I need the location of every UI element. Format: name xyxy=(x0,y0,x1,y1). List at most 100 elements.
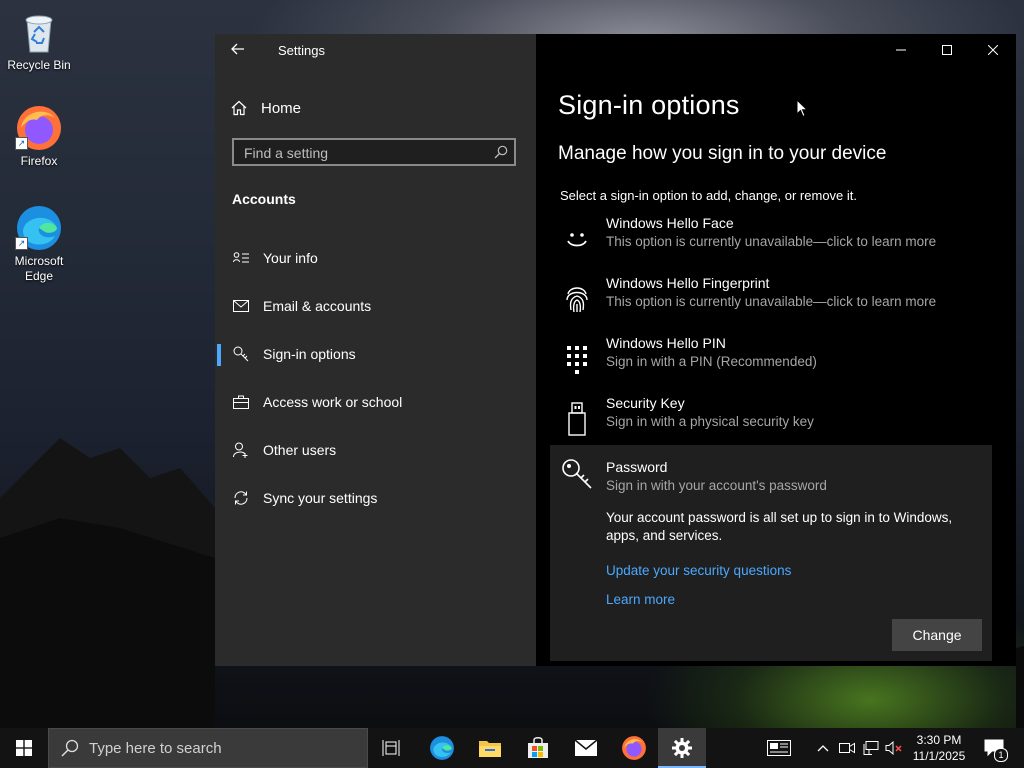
nav-section-heading: Accounts xyxy=(232,191,296,207)
option-description: Sign in with your account's password xyxy=(606,478,827,493)
nav-home[interactable]: Home xyxy=(231,96,521,120)
desktop-icon-firefox[interactable]: ↗ Firefox xyxy=(4,104,74,169)
nav-item-label: Sync your settings xyxy=(263,490,378,506)
nav-item-access-work-school[interactable]: Access work or school xyxy=(215,382,536,422)
taskbar-settings[interactable] xyxy=(658,728,706,768)
taskbar: Type here to search 3:30 PM 11/1/2025 1 xyxy=(0,728,1024,768)
nav-item-sign-in-options[interactable]: Sign-in options xyxy=(215,334,536,374)
find-setting-placeholder: Find a setting xyxy=(244,145,329,161)
option-name: Windows Hello Face xyxy=(606,215,734,231)
clock-time: 3:30 PM xyxy=(916,733,962,747)
clock-date: 11/1/2025 xyxy=(912,749,966,763)
option-name: Security Key xyxy=(606,395,685,411)
desktop-icon-label: Recycle Bin xyxy=(7,58,71,72)
notification-badge: 1 xyxy=(994,748,1008,762)
nav-item-sync-settings[interactable]: Sync your settings xyxy=(215,478,536,518)
search-icon xyxy=(61,739,79,757)
desktop-icon-recycle-bin[interactable]: Recycle Bin xyxy=(4,8,74,73)
edge-icon xyxy=(430,736,454,760)
firefox-icon xyxy=(622,736,646,760)
taskbar-mail[interactable] xyxy=(562,728,610,768)
option-hello-face[interactable]: Windows Hello Face This option is curren… xyxy=(550,212,992,270)
minimize-button[interactable] xyxy=(878,34,924,66)
key-icon xyxy=(231,344,251,364)
news-widget-button[interactable] xyxy=(762,728,796,768)
chevron-up-icon xyxy=(817,745,829,752)
face-icon xyxy=(560,222,594,256)
action-center-button[interactable]: 1 xyxy=(980,728,1008,768)
maximize-button[interactable] xyxy=(924,34,970,66)
volume-muted-icon xyxy=(885,741,902,755)
volume-button[interactable] xyxy=(883,728,905,768)
nav-item-label: Email & accounts xyxy=(263,298,372,314)
mail-icon xyxy=(231,296,251,316)
find-setting-input[interactable]: Find a setting xyxy=(232,138,516,166)
shortcut-arrow-icon: ↗ xyxy=(15,237,28,250)
store-icon xyxy=(528,737,548,758)
desktop-icon-label: Firefox xyxy=(20,154,58,168)
fingerprint-icon xyxy=(560,282,594,316)
nav-item-label: Other users xyxy=(263,442,337,458)
page-title: Sign-in options xyxy=(558,90,740,120)
taskbar-search-placeholder: Type here to search xyxy=(89,740,222,757)
home-icon xyxy=(231,100,247,116)
option-description: Sign in with a physical security key xyxy=(606,414,814,429)
sync-icon xyxy=(231,488,251,508)
minimize-icon xyxy=(896,49,906,51)
option-name: Password xyxy=(606,459,668,475)
nav-item-your-info[interactable]: Your info xyxy=(215,238,536,278)
option-security-key[interactable]: Security Key Sign in with a physical sec… xyxy=(550,392,992,450)
option-description: This option is currently unavailable—cli… xyxy=(606,234,937,249)
desktop-icon-edge[interactable]: ↗ Microsoft Edge xyxy=(4,204,74,284)
option-name: Windows Hello Fingerprint xyxy=(606,275,770,291)
network-icon xyxy=(863,741,879,755)
taskbar-firefox[interactable] xyxy=(610,728,658,768)
nav-home-label: Home xyxy=(261,99,302,117)
update-security-questions-link[interactable]: Update your security questions xyxy=(606,563,791,578)
option-description: Sign in with a PIN (Recommended) xyxy=(606,354,817,369)
instruction-text: Select a sign-in option to add, change, … xyxy=(560,188,858,203)
meet-now-button[interactable] xyxy=(836,728,858,768)
network-button[interactable] xyxy=(860,728,882,768)
file-explorer-icon xyxy=(479,741,501,757)
search-icon xyxy=(494,145,508,159)
taskbar-clock[interactable]: 3:30 PM 11/1/2025 xyxy=(904,732,974,764)
option-hello-fingerprint[interactable]: Windows Hello Fingerprint This option is… xyxy=(550,272,992,330)
recycle-bin-icon xyxy=(15,8,63,56)
task-view-button[interactable] xyxy=(368,728,416,768)
option-password[interactable]: Password Sign in with your account's pas… xyxy=(550,445,992,661)
shortcut-arrow-icon: ↗ xyxy=(15,137,28,150)
change-password-button[interactable]: Change xyxy=(892,619,982,651)
mouse-cursor-icon xyxy=(796,99,808,118)
task-view-icon xyxy=(382,740,400,756)
show-hidden-icons-button[interactable] xyxy=(812,728,834,768)
close-icon xyxy=(988,45,998,55)
mail-icon xyxy=(574,739,598,756)
window-title: Settings xyxy=(278,43,325,58)
title-bar[interactable]: Settings xyxy=(215,34,536,66)
taskbar-edge[interactable] xyxy=(418,728,466,768)
maximize-icon xyxy=(942,45,952,55)
option-name: Windows Hello PIN xyxy=(606,335,726,351)
window-controls xyxy=(878,34,1016,66)
add-person-icon xyxy=(231,440,251,460)
page-subtitle: Manage how you sign in to your device xyxy=(558,143,887,164)
close-button[interactable] xyxy=(970,34,1016,66)
nav-item-other-users[interactable]: Other users xyxy=(215,430,536,470)
option-hello-pin[interactable]: Windows Hello PIN Sign in with a PIN (Re… xyxy=(550,332,992,390)
start-button[interactable] xyxy=(0,728,48,768)
back-arrow-icon xyxy=(231,43,244,55)
pin-keypad-icon xyxy=(560,342,594,376)
nav-item-email-accounts[interactable]: Email & accounts xyxy=(215,286,536,326)
desktop-icon-label: Microsoft Edge xyxy=(14,254,64,283)
learn-more-link[interactable]: Learn more xyxy=(606,592,675,607)
person-card-icon xyxy=(231,248,251,268)
taskbar-search-box[interactable]: Type here to search xyxy=(48,728,368,768)
taskbar-store[interactable] xyxy=(514,728,562,768)
back-button[interactable] xyxy=(231,42,251,60)
windows-logo-icon xyxy=(16,740,32,756)
settings-content-pane: Sign-in options Manage how you sign in t… xyxy=(536,34,1016,666)
taskbar-file-explorer[interactable] xyxy=(466,728,514,768)
nav-item-label: Sign-in options xyxy=(263,346,356,362)
settings-window: Settings Home Find a setting Accounts Yo… xyxy=(215,34,1016,666)
